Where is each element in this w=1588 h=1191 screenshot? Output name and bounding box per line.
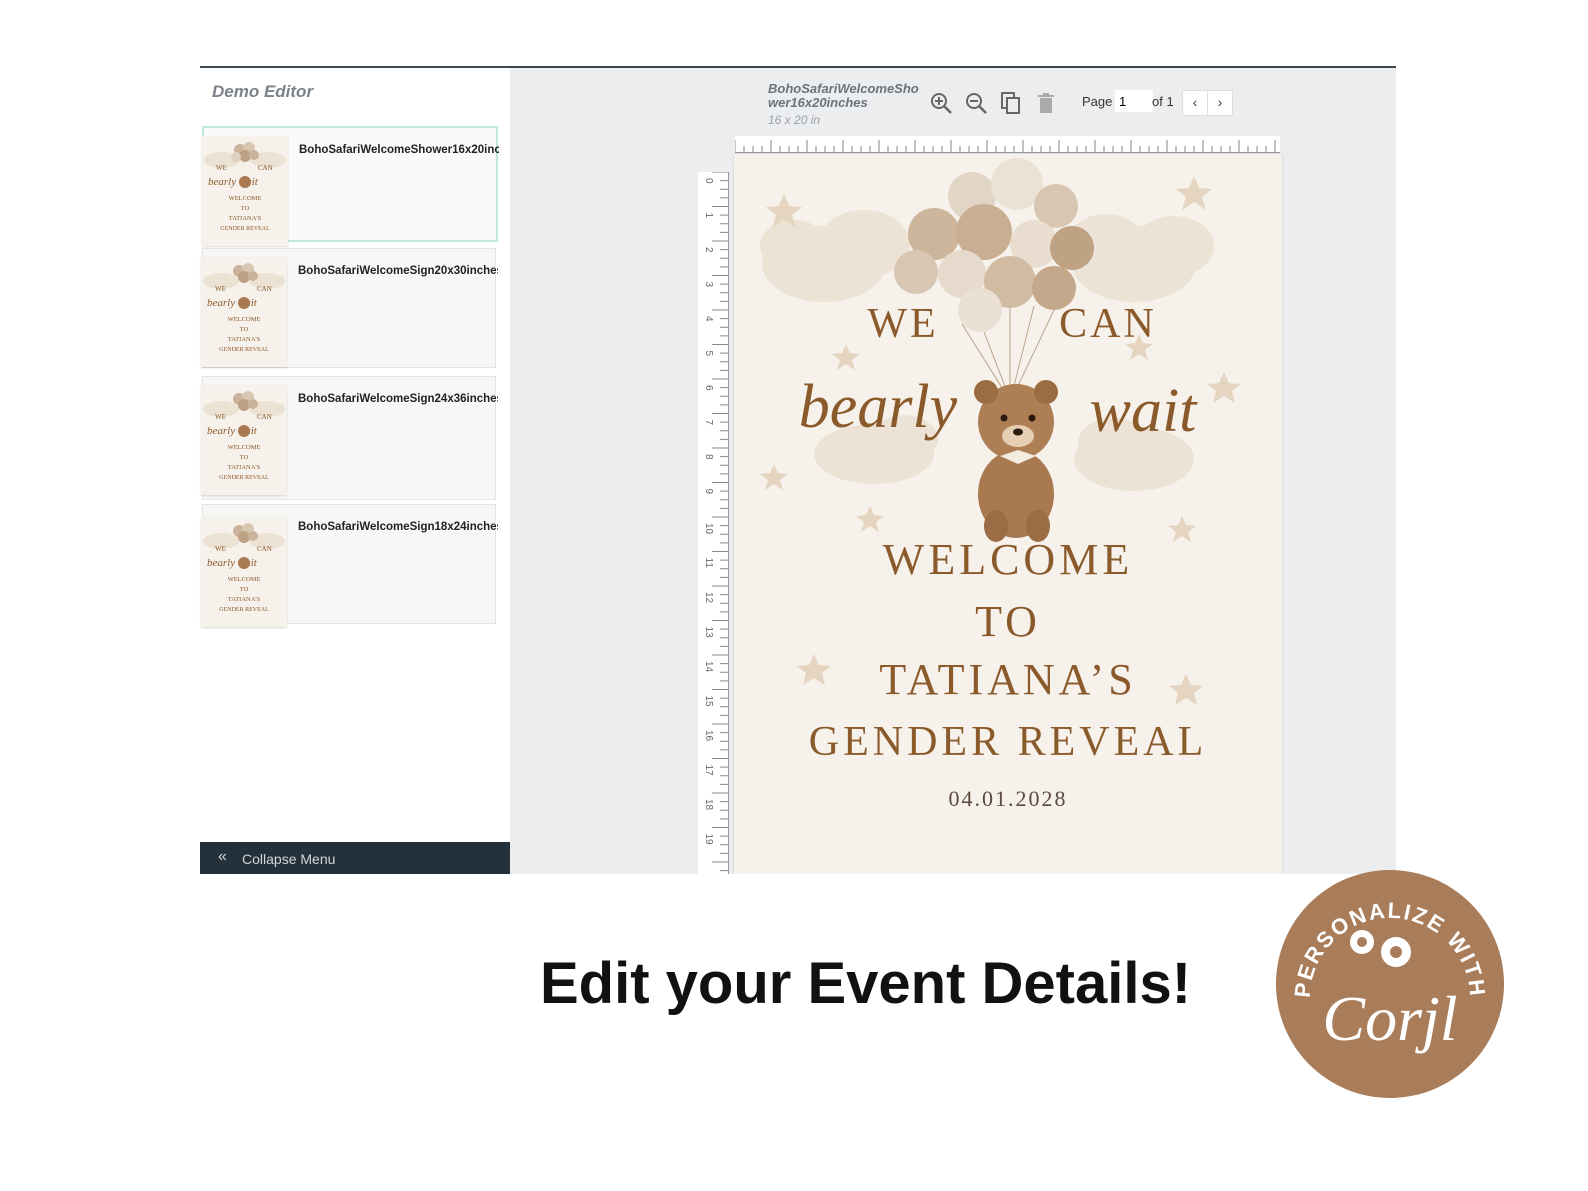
ruler-number: 1 xyxy=(703,213,714,219)
document-name: BohoSafariWelcomeSign18x24inches xyxy=(298,521,498,533)
thumb-welcome: WELCOME xyxy=(228,444,261,451)
thumb-welcome: WELCOME xyxy=(228,576,261,583)
document-thumbnail: WE CAN bearly wait WELCOME TO TATIANA'S … xyxy=(201,257,287,367)
collapse-menu-label: Collapse Menu xyxy=(242,851,336,867)
sign-line-wait[interactable]: wait xyxy=(869,376,1282,447)
ruler-number: 11 xyxy=(703,558,714,569)
thumb-script: bearly wait xyxy=(208,176,259,188)
corjl-badge: PERSONALIZE WITH Corjl xyxy=(1276,870,1504,1098)
sign-line-can[interactable]: CAN xyxy=(834,300,1282,348)
design-canvas[interactable]: WE CAN bearly wait WELCOME TO TATIANA’S … xyxy=(734,154,1282,874)
document-thumbnail: WE CAN bearly wait WELCOME TO TATIANA'S … xyxy=(202,136,288,246)
thumb-to: TO xyxy=(240,586,249,593)
previous-page-button[interactable]: ‹ xyxy=(1182,90,1208,116)
document-name: BohoSafariWelcomeShower16x20inches xyxy=(299,144,499,156)
thumb-can: CAN xyxy=(257,413,272,421)
ruler-number: 7 xyxy=(703,420,714,426)
document-title-line1: BohoSafariWelcomeSho xyxy=(768,81,919,96)
thumb-welcome: WELCOME xyxy=(228,316,261,323)
document-item[interactable]: WE CAN bearly wait WELCOME TO TATIANA'S … xyxy=(202,126,499,246)
document-title-line2: wer16x20inches xyxy=(768,95,868,110)
page-count: of 1 xyxy=(1152,94,1174,109)
zoom-in-icon[interactable] xyxy=(928,90,954,116)
thumb-to: TO xyxy=(240,454,249,461)
ruler-number: 0 xyxy=(703,178,714,184)
ruler-number: 19 xyxy=(703,834,714,846)
double-chevron-left-icon: « xyxy=(218,848,227,865)
ruler-number: 13 xyxy=(703,627,714,639)
page-number-input[interactable] xyxy=(1115,90,1153,112)
duplicate-icon[interactable] xyxy=(998,90,1024,116)
document-item[interactable]: WE CAN bearly wait WELCOME TO TATIANA'S … xyxy=(201,248,498,368)
thumb-script: bearly wait xyxy=(207,297,258,309)
thumb-event: GENDER REVEAL xyxy=(219,475,269,481)
thumb-event: GENDER REVEAL xyxy=(219,607,269,613)
thumb-script: bearly wait xyxy=(207,557,258,569)
sign-line-to[interactable]: TO xyxy=(734,596,1282,647)
sidebar: Demo Editor WE CAN bearly wait WELCOME T… xyxy=(200,68,510,874)
vertical-ruler: 0 1 2 3 4 5 6 7 8 9 10 11 12 13 14 15 16 17 18 19 xyxy=(698,171,729,874)
gears-icon xyxy=(1350,930,1411,967)
workspace: BohoSafariWelcomeSho wer16x20inches 16 x… xyxy=(510,68,1396,874)
ruler-number: 3 xyxy=(703,282,714,288)
editor-app: Demo Editor WE CAN bearly wait WELCOME T… xyxy=(200,66,1396,874)
ruler-number: 5 xyxy=(703,351,714,357)
trash-icon[interactable] xyxy=(1033,90,1059,116)
ruler-number: 17 xyxy=(703,765,714,777)
badge-logo-text: Corjl xyxy=(1322,983,1457,1054)
thumb-name: TATIANA'S xyxy=(228,336,261,343)
horizontal-ruler xyxy=(734,136,1280,153)
thumb-name: TATIANA'S xyxy=(228,464,261,471)
ruler-number: 9 xyxy=(703,489,714,495)
brand-title: Demo Editor xyxy=(212,82,314,101)
ruler-number: 2 xyxy=(703,247,714,253)
page-label: Page xyxy=(1082,94,1113,109)
thumb-we: WE xyxy=(216,164,227,172)
ruler-number: 6 xyxy=(703,385,714,391)
zoom-out-icon[interactable] xyxy=(963,90,989,116)
ruler-number: 10 xyxy=(703,523,714,535)
thumb-can: CAN xyxy=(258,164,273,172)
chevron-right-icon: › xyxy=(1217,94,1223,110)
document-size: 16 x 20 in xyxy=(768,113,821,127)
thumb-we: WE xyxy=(215,285,226,293)
thumb-we: WE xyxy=(215,545,226,553)
sign-artwork xyxy=(760,158,1241,705)
thumb-we: WE xyxy=(215,413,226,421)
collapse-menu-button[interactable]: « Collapse Menu xyxy=(200,842,510,874)
ruler-number: 8 xyxy=(703,454,714,460)
document-thumbnail: WE CAN bearly wait WELCOME TO TATIANA'S … xyxy=(201,385,287,495)
ruler-number: 14 xyxy=(703,661,714,673)
ruler-number: 12 xyxy=(703,592,714,604)
thumb-can: CAN xyxy=(257,285,272,293)
document-title: BohoSafariWelcomeSho wer16x20inches xyxy=(768,82,928,110)
thumb-to: TO xyxy=(240,326,249,333)
thumb-event: GENDER REVEAL xyxy=(219,347,269,353)
document-item[interactable]: WE CAN bearly wait WELCOME TO TATIANA'S … xyxy=(201,376,498,500)
ruler-number: 18 xyxy=(703,799,714,811)
thumb-name: TATIANA'S xyxy=(228,596,261,603)
thumb-name: TATIANA'S xyxy=(229,215,262,222)
sign-line-welcome[interactable]: WELCOME xyxy=(734,534,1282,585)
ruler-number: 16 xyxy=(703,730,714,742)
thumb-can: CAN xyxy=(257,545,272,553)
ruler-number: 4 xyxy=(703,316,714,322)
document-item[interactable]: WE CAN bearly wait WELCOME TO TATIANA'S … xyxy=(201,504,498,627)
thumb-welcome: WELCOME xyxy=(229,195,262,202)
thumb-event: GENDER REVEAL xyxy=(220,226,270,232)
sign-line-event[interactable]: GENDER REVEAL xyxy=(734,718,1282,766)
ruler-number: 15 xyxy=(703,696,714,708)
document-name: BohoSafariWelcomeSign24x36inches xyxy=(298,393,498,405)
thumb-script: bearly wait xyxy=(207,425,258,437)
promo-caption: Edit your Event Details! xyxy=(540,951,1192,1016)
document-thumbnail: WE CAN bearly wait WELCOME TO TATIANA'S … xyxy=(201,517,287,627)
thumb-to: TO xyxy=(241,205,250,212)
sign-line-name[interactable]: TATIANA’S xyxy=(734,654,1282,705)
next-page-button[interactable]: › xyxy=(1207,90,1233,116)
document-name: BohoSafariWelcomeSign20x30inches xyxy=(298,265,498,277)
sign-line-date[interactable]: 04.01.2028 xyxy=(734,786,1282,812)
chevron-left-icon: ‹ xyxy=(1192,94,1198,110)
